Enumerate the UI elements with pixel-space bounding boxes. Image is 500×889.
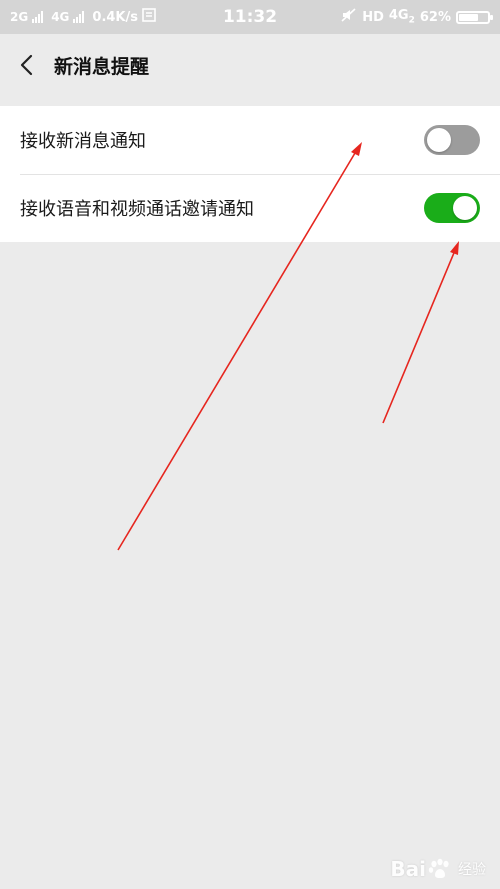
notification-icon <box>142 8 156 26</box>
setting-row-call-invite: 接收语音和视频通话邀请通知 <box>0 174 500 242</box>
back-button[interactable] <box>2 34 50 96</box>
new-message-toggle[interactable] <box>424 125 480 155</box>
battery-icon <box>456 10 493 24</box>
setting-label: 接收新消息通知 <box>20 131 146 152</box>
chevron-left-icon <box>20 54 33 76</box>
page-title: 新消息提醒 <box>54 55 150 78</box>
paw-icon <box>428 858 449 878</box>
signal-icon <box>32 11 44 23</box>
setting-row-new-message: 接收新消息通知 <box>0 106 500 174</box>
network-speed: 0.4K/s <box>92 9 138 25</box>
network-4g-label-2: 4G2 <box>388 8 415 26</box>
network-4g-label: 4G <box>51 10 70 24</box>
toggle-knob <box>427 128 451 152</box>
battery-percent: 62% <box>419 9 451 25</box>
arrow-to-call-invite-toggle <box>382 241 459 424</box>
signal-icon <box>73 11 85 23</box>
header: 新消息提醒 <box>0 34 500 96</box>
settings-list: 接收新消息通知 接收语音和视频通话邀请通知 <box>0 106 500 242</box>
hd-label: HD <box>362 9 384 25</box>
status-right: HD 4G2 62% <box>341 8 493 26</box>
call-invite-toggle[interactable] <box>424 193 480 223</box>
status-bar: 2G 4G 0.4K/s 11:32 HD 4G2 62% <box>0 0 500 34</box>
network-2g-label: 2G <box>10 10 29 24</box>
mute-icon <box>341 8 357 26</box>
toggle-knob <box>453 196 477 220</box>
status-left: 2G 4G 0.4K/s <box>10 8 156 26</box>
baidu-jingyan-watermark: Bai 经验 <box>390 857 486 881</box>
setting-label: 接收语音和视频通话邀请通知 <box>20 199 254 220</box>
